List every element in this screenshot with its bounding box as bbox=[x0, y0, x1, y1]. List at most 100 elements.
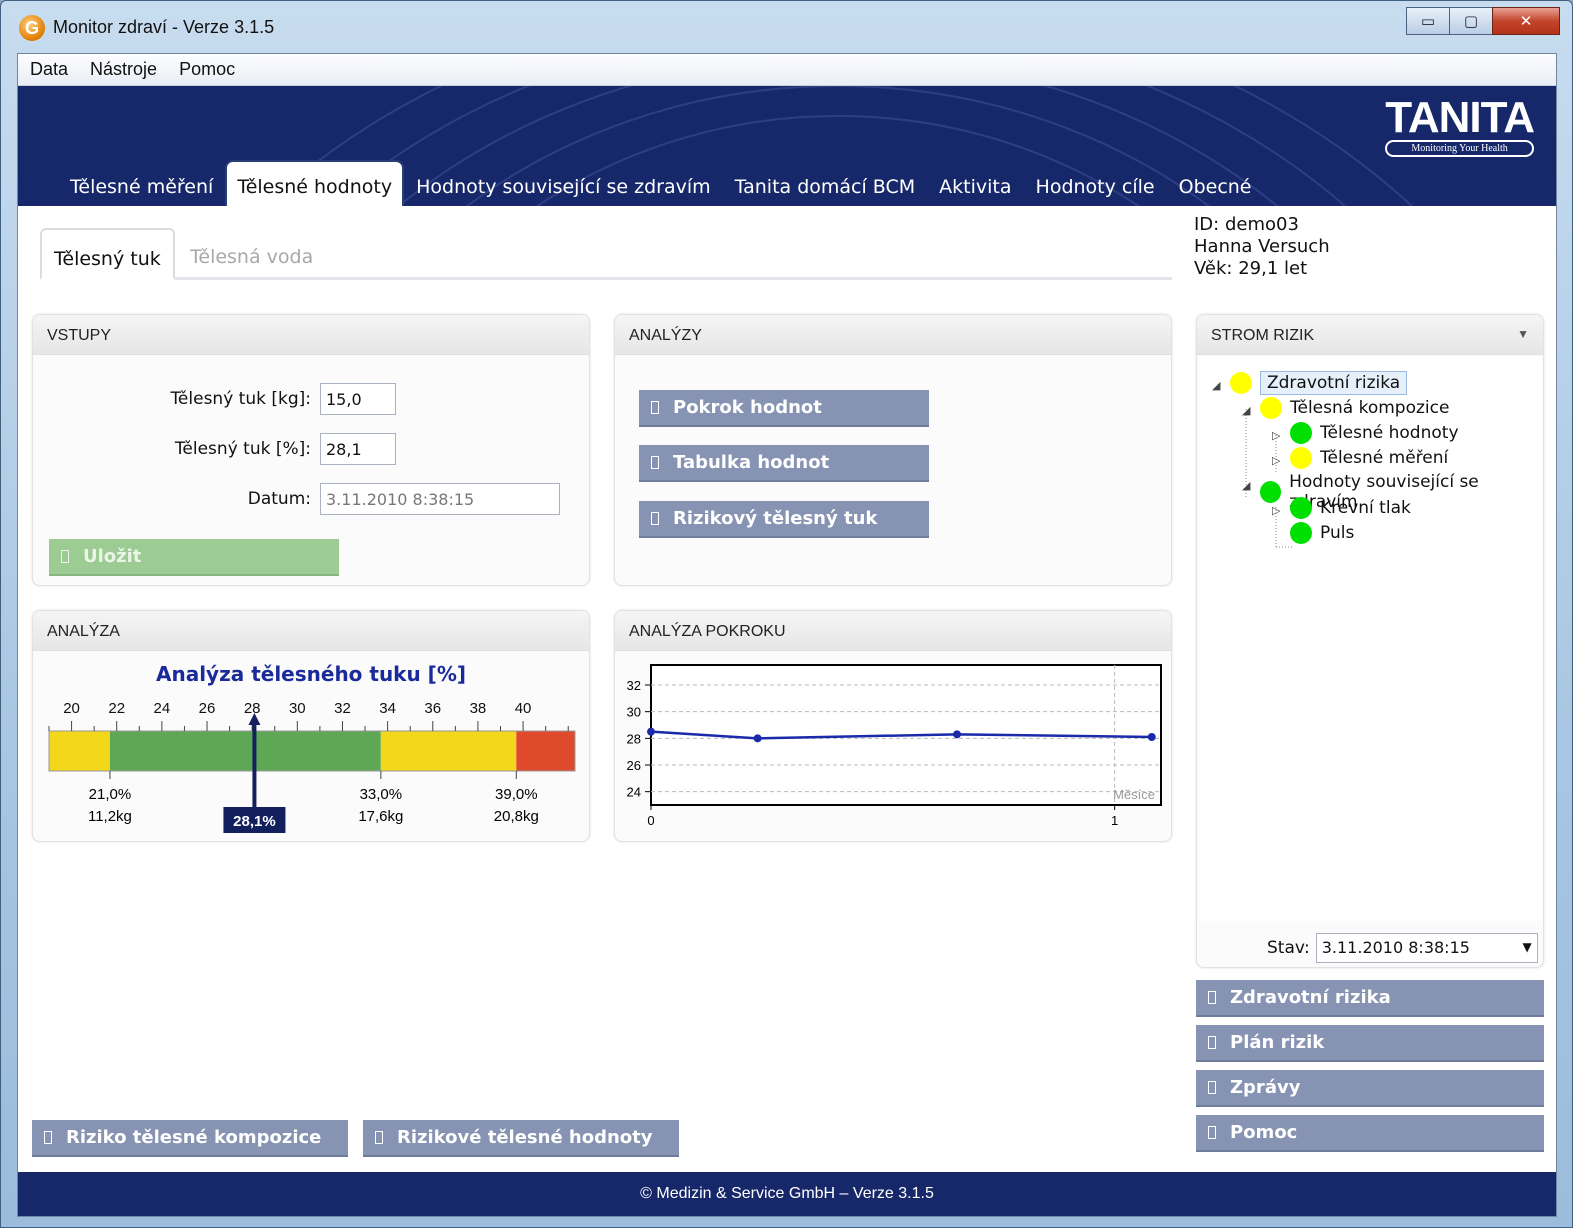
chevron-down-icon: ▼ bbox=[1522, 940, 1532, 954]
tree-node-label: Tělesné hodnoty bbox=[1320, 423, 1459, 443]
health-risks-label: Zdravotní rizika bbox=[1230, 987, 1391, 1008]
tree-node-label: Zdravotní rizika bbox=[1260, 371, 1408, 395]
progress-values-label: Pokrok hodnot bbox=[673, 397, 822, 418]
date-input[interactable]: 3.11.2010 8:38:15 bbox=[320, 483, 560, 515]
fat-kg-label: Tělesný tuk [kg]: bbox=[170, 389, 311, 409]
save-button[interactable]: Uložit bbox=[49, 539, 339, 576]
tab-activity[interactable]: Aktivita bbox=[927, 176, 1023, 206]
main-tabs: Tělesné měření Tělesné hodnoty Hodnoty s… bbox=[58, 160, 1264, 206]
threshold-kg: 11,2kg bbox=[88, 808, 132, 825]
tree-node-body-measurement[interactable]: Tělesné měření bbox=[1290, 447, 1448, 469]
collapsed-icon[interactable]: ▷ bbox=[1272, 429, 1280, 442]
status-green-icon bbox=[1290, 497, 1312, 519]
client-area: Data Nástroje Pomoc TANITA Monitoring Yo… bbox=[17, 53, 1557, 1217]
gauge-tick-label: 24 bbox=[154, 700, 171, 717]
window-title: Monitor zdraví - Verze 3.1.5 bbox=[53, 17, 275, 37]
risk-body-values-button[interactable]: Rizikové tělesné hodnoty bbox=[363, 1120, 679, 1157]
title-bar[interactable]: G Monitor zdraví - Verze 3.1.5 ▭ ▢ ✕ bbox=[1, 1, 1572, 53]
app-window: G Monitor zdraví - Verze 3.1.5 ▭ ▢ ✕ Dat… bbox=[0, 0, 1573, 1228]
gauge-tick-label: 28 bbox=[244, 700, 261, 717]
tree-node-body-values[interactable]: Tělesné hodnoty bbox=[1290, 422, 1459, 444]
health-risks-button[interactable]: Zdravotní rizika bbox=[1196, 980, 1544, 1017]
button-icon bbox=[651, 401, 659, 414]
gauge-tick-label: 32 bbox=[334, 700, 351, 717]
fat-kg-input[interactable]: 15,0 bbox=[320, 383, 396, 415]
data-point bbox=[953, 730, 961, 739]
status-green-icon bbox=[1290, 522, 1312, 544]
gauge-zone bbox=[516, 731, 575, 771]
progress-line-chart: 32 30 28 26 24 0 1 Měsíce bbox=[627, 664, 1162, 828]
tab-goal-values[interactable]: Hodnoty cíle bbox=[1024, 176, 1167, 206]
threshold-percent: 39,0% bbox=[495, 786, 538, 803]
gauge-tick-label: 22 bbox=[108, 700, 125, 717]
status-green-icon bbox=[1260, 481, 1282, 503]
body-fat-gauge: Analýza tělesného tuku [%] 20 22 24 26 28 30 3… bbox=[48, 662, 576, 833]
tree-node-blood-pressure[interactable]: Krevní tlak bbox=[1290, 497, 1411, 519]
expanded-icon[interactable]: ◢ bbox=[1242, 479, 1250, 492]
progress-panel-title: ANALÝZA POKROKU bbox=[615, 611, 1171, 651]
analysis-panel-title: ANALÝZA bbox=[33, 611, 589, 651]
progress-analysis-panel: ANALÝZA POKROKU 32 30 28 26 24 0 1 Měsíce bbox=[614, 610, 1172, 842]
inputs-panel: VSTUPY Tělesný tuk [kg]: 15,0 Tělesný tu… bbox=[32, 314, 590, 586]
tree-node-pulse[interactable]: Puls bbox=[1290, 522, 1354, 544]
status-yellow-icon bbox=[1230, 372, 1252, 394]
tab-body-measurement[interactable]: Tělesné měření bbox=[58, 176, 225, 206]
tab-general[interactable]: Obecné bbox=[1167, 176, 1264, 206]
values-table-button[interactable]: Tabulka hodnot bbox=[639, 445, 929, 482]
header-banner: TANITA Monitoring Your Health Tělesné mě… bbox=[18, 86, 1556, 206]
date-label: Datum: bbox=[247, 489, 311, 509]
reports-button[interactable]: Zprávy bbox=[1196, 1070, 1544, 1107]
x-tick-label: 0 bbox=[647, 813, 654, 828]
tab-body-values[interactable]: Tělesné hodnoty bbox=[225, 160, 405, 206]
tree-node-health-risks[interactable]: Zdravotní rizika bbox=[1230, 371, 1408, 395]
tab-tanita-home-bcm[interactable]: Tanita domácí BCM bbox=[723, 176, 928, 206]
expanded-icon[interactable]: ◢ bbox=[1212, 379, 1220, 392]
gauge-zone bbox=[109, 731, 381, 771]
inputs-panel-title: VSTUPY bbox=[33, 315, 589, 355]
close-button[interactable]: ✕ bbox=[1492, 7, 1560, 35]
analyses-panel: ANALÝZY Pokrok hodnot Tabulka hodnot Riz… bbox=[614, 314, 1172, 586]
button-icon bbox=[375, 1131, 383, 1144]
minimize-button[interactable]: ▭ bbox=[1406, 7, 1450, 35]
menu-data[interactable]: Data bbox=[30, 59, 68, 80]
subtab-body-fat[interactable]: Tělesný tuk bbox=[40, 228, 175, 280]
tree-node-label: Tělesná kompozice bbox=[1290, 398, 1450, 418]
y-tick-label: 24 bbox=[627, 785, 641, 800]
status-green-icon bbox=[1290, 422, 1312, 444]
risk-tree: ◢ Zdravotní rizika ◢ Tělesná kompozice ▷… bbox=[1198, 357, 1542, 921]
gauge-title: Analýza tělesného tuku [%] bbox=[156, 662, 466, 686]
help-button[interactable]: Pomoc bbox=[1196, 1115, 1544, 1152]
tab-health-values[interactable]: Hodnoty související se zdravím bbox=[404, 176, 723, 206]
menu-help[interactable]: Pomoc bbox=[179, 59, 235, 80]
state-select[interactable]: 3.11.2010 8:38:15 ▼ bbox=[1315, 933, 1538, 963]
risk-plan-button[interactable]: Plán rizik bbox=[1196, 1025, 1544, 1062]
expanded-icon[interactable]: ◢ bbox=[1242, 404, 1250, 417]
threshold-percent: 33,0% bbox=[360, 786, 403, 803]
subtab-body-water[interactable]: Tělesná voda bbox=[178, 228, 325, 280]
y-tick-label: 32 bbox=[627, 678, 641, 693]
x-tick-label: 1 bbox=[1111, 813, 1118, 828]
values-table-label: Tabulka hodnot bbox=[673, 452, 830, 473]
analysis-panel: ANALÝZA Analýza tělesného tuku [%] 20 22 2… bbox=[32, 610, 590, 842]
threshold-kg: 20,8kg bbox=[494, 808, 539, 825]
tree-node-body-composition[interactable]: Tělesná kompozice bbox=[1260, 397, 1449, 419]
gauge-tick-label: 40 bbox=[515, 700, 532, 717]
fat-pct-input[interactable]: 28,1 bbox=[320, 433, 396, 465]
button-icon bbox=[1208, 1036, 1216, 1049]
risk-tree-title: STROM RIZIK ▼ bbox=[1197, 315, 1543, 355]
maximize-button[interactable]: ▢ bbox=[1449, 7, 1493, 35]
user-age: Věk: 29,1 let bbox=[1194, 258, 1308, 279]
collapsed-icon[interactable]: ▷ bbox=[1272, 454, 1280, 467]
collapsed-icon[interactable]: ▷ bbox=[1272, 504, 1280, 517]
x-axis-label: Měsíce bbox=[1113, 787, 1155, 802]
risk-body-fat-button[interactable]: Rizikový tělesný tuk bbox=[639, 501, 929, 538]
gauge-zone bbox=[380, 731, 517, 771]
body-composition-risk-button[interactable]: Riziko tělesné kompozice bbox=[32, 1120, 348, 1157]
collapse-icon[interactable]: ▼ bbox=[1517, 327, 1529, 341]
user-id: ID: demo03 bbox=[1194, 214, 1299, 235]
tree-node-label: Krevní tlak bbox=[1320, 498, 1411, 518]
progress-values-button[interactable]: Pokrok hodnot bbox=[639, 390, 929, 427]
menu-tools[interactable]: Nástroje bbox=[90, 59, 157, 80]
gauge-tick-label: 36 bbox=[424, 700, 441, 717]
body-composition-risk-label: Riziko tělesné kompozice bbox=[66, 1127, 322, 1148]
